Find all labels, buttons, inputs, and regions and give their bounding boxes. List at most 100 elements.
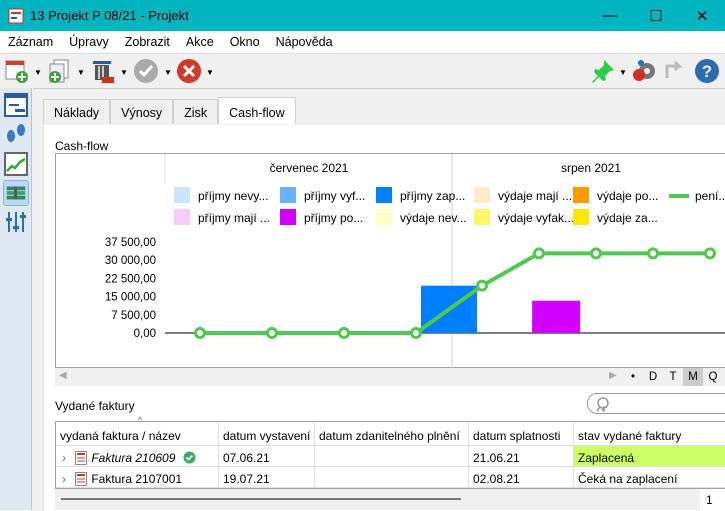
scrollbar-thumb[interactable] xyxy=(61,498,461,500)
sidebar-item-chart[interactable] xyxy=(3,151,29,177)
cell-issued: 19.07.21 xyxy=(219,467,315,487)
legend-swatch xyxy=(474,187,490,203)
confirm-icon[interactable] xyxy=(133,58,159,84)
column-header-name[interactable]: vydaná faktura / název xyxy=(56,422,219,445)
legend-label: výdaje vyfak... xyxy=(498,211,574,225)
zoom-button-m[interactable]: M xyxy=(683,368,703,386)
zoom-button-q[interactable]: Q xyxy=(703,368,723,386)
legend-swatch xyxy=(280,209,296,225)
legend-swatch xyxy=(174,187,190,203)
table-scrollbar[interactable] xyxy=(55,489,700,510)
tab-vynosy[interactable]: Výnosy xyxy=(110,99,174,124)
chart-scrollbar[interactable]: ◀ ▶ • D T M Q xyxy=(55,368,725,386)
chevron-down-icon[interactable]: ▼ xyxy=(120,68,128,77)
table-row[interactable]: › Faktura 2107001 19.07.21 02.08.21 Čeká na… xyxy=(56,467,725,488)
menu-zobrazit[interactable]: Zobrazit xyxy=(125,35,170,49)
scroll-left-icon[interactable]: ◀ xyxy=(59,370,67,381)
legend-swatch xyxy=(474,209,490,225)
toolbar: ▼ ▼ ▼ ▼ ▼ ▼ ? xyxy=(0,53,725,88)
bar xyxy=(532,300,581,333)
title-bar: 13 Projekt P 08/21 - Projekt — ☐ ✕ xyxy=(0,0,725,31)
page-number: 1 xyxy=(706,493,713,507)
cell-name: › Faktura 210609 xyxy=(56,446,219,466)
search-icon xyxy=(596,397,609,412)
zoom-button-dot[interactable]: • xyxy=(623,368,643,386)
chevron-down-icon[interactable]: ▼ xyxy=(34,68,42,77)
maximize-button[interactable]: ☐ xyxy=(633,0,679,31)
column-header-taxable[interactable]: datum zdanitelného plnění xyxy=(315,422,469,445)
legend-swatch xyxy=(573,187,589,203)
sidebar-item-steps[interactable] xyxy=(3,121,29,147)
menu-zaznam[interactable]: Záznam xyxy=(8,35,53,49)
cell-due: 21.06.21 xyxy=(469,446,574,466)
menu-napoveda[interactable]: Nápověda xyxy=(276,35,333,49)
y-tick-label: 0,00 xyxy=(134,328,156,340)
invoice-name: Faktura 2107001 xyxy=(91,472,183,486)
cell-status: Zaplacená xyxy=(574,446,725,466)
legend-swatch xyxy=(280,187,296,203)
column-header-due[interactable]: datum splatnosti xyxy=(469,422,574,445)
expand-chevron-icon[interactable]: › xyxy=(62,451,66,465)
sidebar xyxy=(0,88,32,510)
zoom-button-t[interactable]: T xyxy=(663,368,683,386)
month-label: červenec 2021 xyxy=(270,161,349,175)
line-point xyxy=(338,327,350,339)
scroll-right-icon[interactable]: ▶ xyxy=(609,370,617,381)
cell-status: Čeká na zaplacení xyxy=(574,467,725,487)
menu-okno[interactable]: Okno xyxy=(230,35,260,49)
cancel-icon[interactable] xyxy=(176,58,202,84)
invoice-icon xyxy=(75,451,88,465)
line-point xyxy=(194,327,206,339)
line-point xyxy=(476,279,488,292)
line-point xyxy=(533,247,545,260)
cell-issued: 07.06.21 xyxy=(219,446,315,466)
column-header-status[interactable]: stav vydané faktury xyxy=(574,422,725,445)
cell-taxable xyxy=(315,467,469,487)
legend-label: příjmy nevy... xyxy=(198,189,268,203)
line-point xyxy=(704,247,716,260)
y-tick-label: 22 500,00 xyxy=(105,273,156,285)
delete-icon[interactable] xyxy=(90,58,116,84)
search-input[interactable] xyxy=(587,393,725,414)
tab-naklady[interactable]: Náklady xyxy=(43,99,111,124)
undo-icon[interactable] xyxy=(662,58,688,84)
column-header-issued[interactable]: datum vystavení xyxy=(219,422,315,445)
settings-icon[interactable] xyxy=(631,58,657,84)
legend-swatch xyxy=(573,209,589,225)
chevron-down-icon[interactable]: ▼ xyxy=(206,68,214,77)
legend-swatch xyxy=(174,209,190,225)
sidebar-item-cashflow[interactable] xyxy=(3,180,29,206)
legend-label: příjmy zap... xyxy=(400,189,465,203)
invoices-table: vydaná faktura / název datum vystavení d… xyxy=(55,415,725,489)
sidebar-item-project[interactable] xyxy=(3,92,29,118)
table-row[interactable]: › Faktura 210609 07.06.21 21.06.21 Zaplace… xyxy=(56,446,725,467)
menu-akce[interactable]: Akce xyxy=(186,35,214,49)
help-icon[interactable]: ? xyxy=(694,58,720,84)
chevron-down-icon[interactable]: ▼ xyxy=(164,68,172,77)
expand-chevron-icon[interactable]: › xyxy=(62,472,66,486)
cell-due: 02.08.21 xyxy=(469,467,574,487)
close-button[interactable]: ✕ xyxy=(679,0,725,31)
cell-taxable xyxy=(315,446,469,466)
zoom-button-d[interactable]: D xyxy=(643,368,663,386)
tab-zisk[interactable]: Zisk xyxy=(173,99,219,124)
minimize-button[interactable]: — xyxy=(587,0,633,31)
legend-label: výdaje po... xyxy=(597,189,658,203)
invoices-label: Vydané faktury xyxy=(55,399,135,413)
pin-icon[interactable] xyxy=(590,58,616,84)
sidebar-item-filters[interactable] xyxy=(3,209,29,235)
line-point xyxy=(266,327,278,339)
copy-record-icon[interactable] xyxy=(46,58,72,84)
legend-label: příjmy po... xyxy=(304,211,363,225)
menu-upravy[interactable]: Úpravy xyxy=(69,35,109,49)
chevron-down-icon[interactable]: ▼ xyxy=(619,68,627,77)
line-point xyxy=(647,247,659,260)
new-record-icon[interactable] xyxy=(4,58,30,84)
chevron-down-icon[interactable]: ▼ xyxy=(77,68,85,77)
y-tick-label: 7 500,00 xyxy=(111,310,156,322)
tab-cash-flow[interactable]: Cash-flow xyxy=(218,97,296,124)
line-point xyxy=(590,247,602,260)
month-label: srpen 2021 xyxy=(561,161,621,175)
invoice-icon xyxy=(75,472,88,486)
legend-label: pení... xyxy=(695,189,725,203)
